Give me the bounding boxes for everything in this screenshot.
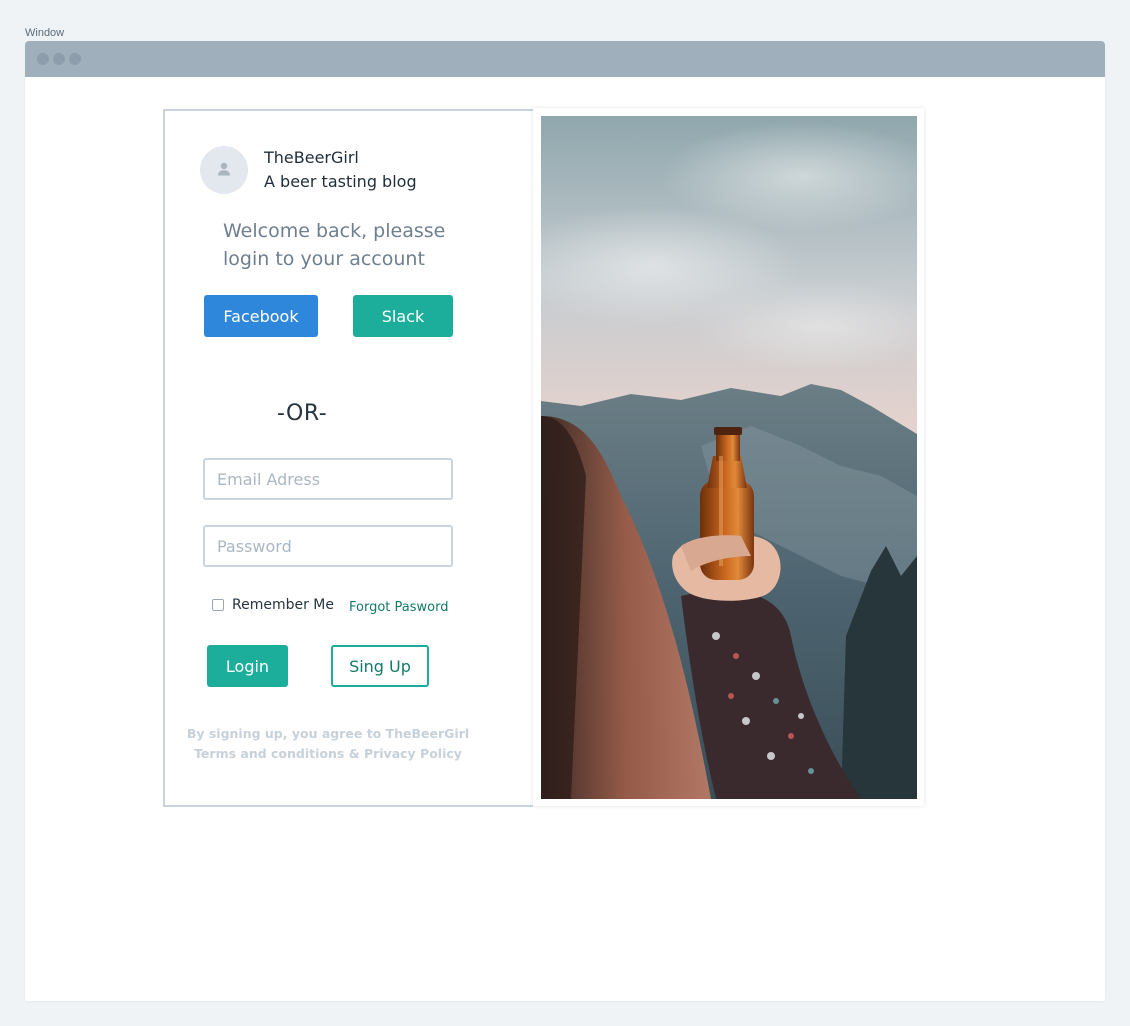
facebook-login-button[interactable]: Facebook (204, 295, 318, 337)
brand-name: TheBeerGirl (264, 148, 359, 167)
signup-button[interactable]: Sing Up (331, 645, 429, 687)
password-field[interactable] (203, 525, 453, 567)
login-card: TheBeerGirl A beer tasting blog Welcome … (163, 109, 533, 807)
or-divider: -OR- (277, 401, 328, 426)
close-window-button[interactable] (37, 53, 49, 65)
welcome-message: Welcome back, pleasse login to your acco… (223, 220, 446, 270)
window-titlebar (25, 41, 1105, 77)
remember-me-checkbox[interactable] (212, 599, 224, 611)
slack-login-button[interactable]: Slack (353, 295, 453, 337)
legal-line-2: Terms and conditions & Privacy Policy (194, 746, 462, 761)
window-controls (37, 53, 81, 65)
hero-photo (541, 116, 917, 799)
email-field[interactable] (203, 458, 453, 500)
brand-tagline: A beer tasting blog (264, 172, 417, 191)
login-button[interactable]: Login (207, 645, 288, 687)
user-icon (218, 162, 230, 176)
minimize-window-button[interactable] (53, 53, 65, 65)
forgot-password-link[interactable]: Forgot Pasword (349, 600, 448, 615)
maximize-window-button[interactable] (69, 53, 81, 65)
remember-me[interactable]: Remember Me (212, 597, 334, 613)
remember-me-label: Remember Me (232, 597, 334, 613)
photo-card (533, 108, 924, 806)
legal-line-1: By signing up, you agree to TheBeerGirl (186, 726, 470, 741)
window-caption: Window (25, 27, 65, 39)
legal-notice: By signing up, you agree to TheBeerGirl … (183, 724, 473, 764)
avatar (200, 146, 248, 194)
